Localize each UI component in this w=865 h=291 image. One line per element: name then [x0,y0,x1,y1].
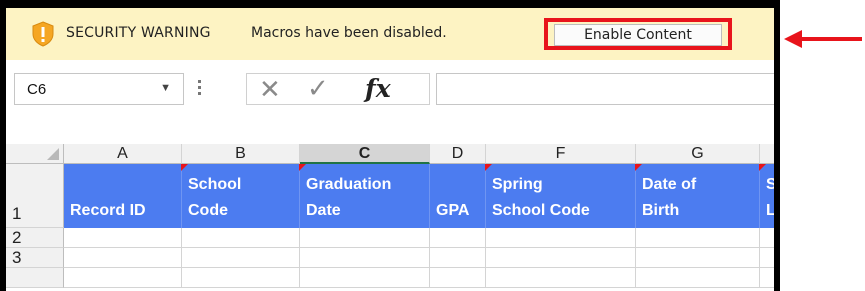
enable-content-button[interactable]: Enable Content [554,24,722,46]
cell-b1[interactable]: School Code [181,164,300,228]
grid-cell[interactable] [64,228,182,248]
name-box[interactable]: C6 ▼ [14,73,184,105]
column-header-f[interactable]: F [486,144,636,164]
grid-cell[interactable] [486,248,636,268]
cell-s1-line1: S [766,176,774,193]
shield-warning-icon [32,21,54,47]
column-header-d[interactable]: D [430,144,486,164]
grid-cell[interactable] [182,268,300,288]
formula-bar: C6 ▼ ✕ ✓ fx [6,60,774,118]
security-warning-bar: SECURITY WARNING Macros have been disabl… [6,8,774,61]
select-all-triangle-icon [47,148,59,160]
grid-cell[interactable] [760,248,774,268]
cell-c1[interactable]: Graduation Date [299,164,430,228]
row-header-4[interactable] [6,268,64,288]
column-header-a[interactable]: A [64,144,182,164]
chevron-down-icon[interactable]: ▼ [160,82,171,94]
annotation-arrow-icon [784,30,802,48]
formula-bar-resize-handle[interactable] [198,80,201,100]
comment-indicator-icon[interactable] [635,164,642,171]
annotation-arrow-line [800,37,862,41]
grid-cell[interactable] [182,248,300,268]
grid-cell[interactable] [486,228,636,248]
grid-cell[interactable] [300,268,430,288]
excel-window: SECURITY WARNING Macros have been disabl… [6,8,774,291]
comment-indicator-icon[interactable] [485,164,492,171]
cell-a1-text: Record ID [70,202,146,219]
row-header-2[interactable]: 2 [6,228,64,248]
name-box-value: C6 [27,81,47,98]
cell-c1-line1: Graduation [306,176,392,193]
grid-cell[interactable] [64,268,182,288]
cell-c1-line2: Date [306,202,341,219]
grid-cell[interactable] [760,268,774,288]
security-warning-title: SECURITY WARNING [66,25,211,41]
grid-cell[interactable] [486,268,636,288]
formula-input[interactable] [436,73,774,105]
cell-f1-line2: School Code [492,202,590,219]
grid-cell[interactable] [64,248,182,268]
select-all-corner[interactable] [6,144,64,164]
grid-cell[interactable] [182,228,300,248]
cell-f1-line1: Spring [492,176,543,193]
enter-check-icon[interactable]: ✓ [307,76,329,102]
row-header-3[interactable]: 3 [6,248,64,268]
cancel-icon[interactable]: ✕ [259,77,281,103]
grid-cell[interactable] [636,228,760,248]
grid-cell[interactable] [636,268,760,288]
grid-cell[interactable] [430,268,486,288]
cell-a1[interactable]: Record ID [64,164,182,228]
cell-s1-line2: L [766,202,774,219]
row-header-1[interactable]: 1 [6,164,64,228]
grid-cell[interactable] [636,248,760,268]
cell-g1-line1: Date of [642,176,697,193]
grid-cell[interactable] [300,228,430,248]
insert-function-icon[interactable]: fx [365,74,391,103]
comment-indicator-icon[interactable] [299,164,306,171]
cell-s1[interactable]: S L [759,164,774,228]
formula-buttons: ✕ ✓ fx [246,73,430,105]
cell-f1[interactable]: Spring School Code [485,164,636,228]
grid-cell[interactable] [300,248,430,268]
column-header-b[interactable]: B [182,144,300,164]
cell-b1-line2: Code [188,202,228,219]
column-header-c[interactable]: C [300,144,430,164]
grid-cell[interactable] [760,228,774,248]
comment-indicator-icon[interactable] [181,164,188,171]
cell-g1-line2: Birth [642,202,680,219]
comment-indicator-icon[interactable] [759,164,766,171]
grid-cell[interactable] [430,248,486,268]
screenshot-frame: SECURITY WARNING Macros have been disabl… [0,0,780,291]
security-warning-message: Macros have been disabled. [251,25,447,41]
cell-g1[interactable]: Date of Birth [635,164,760,228]
cell-d1[interactable]: GPA [430,164,486,228]
cell-b1-line1: School [188,176,242,193]
grid-cell[interactable] [430,228,486,248]
column-header-g[interactable]: G [636,144,760,164]
cell-d1-text: GPA [436,202,470,219]
column-header-s[interactable] [760,144,774,164]
